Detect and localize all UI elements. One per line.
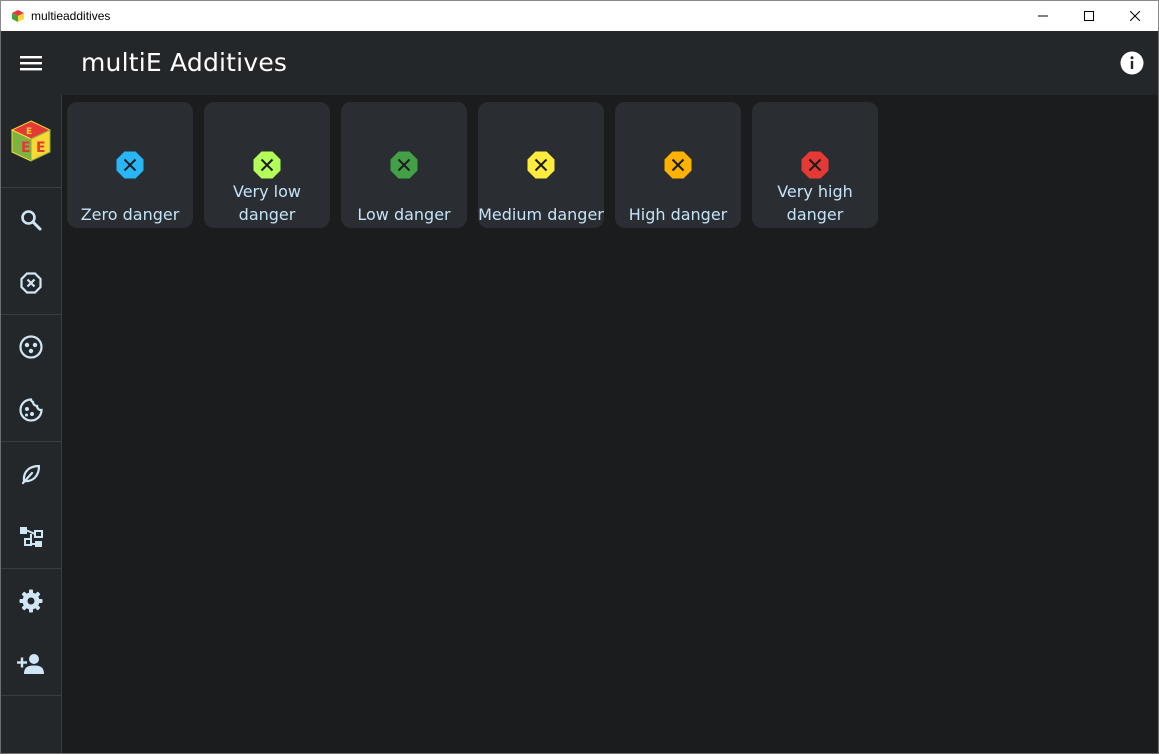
multie-cube-logo: E E E — [10, 120, 52, 162]
window-border — [0, 30, 1, 754]
danger-card-high[interactable]: High danger — [615, 102, 741, 228]
danger-card-low[interactable]: Low danger — [341, 102, 467, 228]
x-octagon-icon — [390, 151, 418, 179]
app-bar: multiE Additives — [1, 31, 1158, 95]
nav-group-1 — [1, 188, 61, 315]
menu-button[interactable] — [11, 43, 51, 83]
sidebar-item-diet[interactable] — [1, 378, 61, 441]
danger-card-medium[interactable]: Medium danger — [478, 102, 604, 228]
label-line: Zero danger — [80, 205, 180, 224]
label-line: Very high — [777, 182, 853, 201]
hamburger-menu-icon — [20, 56, 42, 71]
nav-group-2 — [1, 315, 61, 442]
label-line: danger — [238, 205, 296, 224]
x-octagon-icon — [527, 151, 555, 179]
leaf-icon — [21, 464, 41, 484]
app-cube-icon — [12, 10, 24, 22]
maximize-icon — [1084, 11, 1094, 21]
x-octagon-icon — [664, 151, 692, 179]
label-line: Medium danger — [478, 205, 604, 224]
add-user-icon — [17, 653, 44, 674]
sidebar-item-settings[interactable] — [1, 569, 61, 632]
info-icon — [1120, 51, 1144, 75]
danger-card-label: High danger — [615, 203, 741, 226]
info-button[interactable] — [1118, 49, 1146, 77]
x-octagon-icon — [116, 151, 144, 179]
label-line: Low danger — [357, 205, 451, 224]
danger-card-zero[interactable]: Zero danger — [67, 102, 193, 228]
sidebar-item-categories[interactable] — [1, 315, 61, 378]
dots-circle-icon — [19, 334, 43, 359]
search-icon — [21, 209, 42, 230]
danger-card-label: Very low danger — [204, 180, 330, 226]
label-line: High danger — [628, 205, 728, 224]
nav-group-3 — [1, 442, 61, 569]
x-octagon-icon — [20, 271, 42, 294]
sidebar-item-hierarchy[interactable] — [1, 505, 61, 568]
label-line: Very low — [233, 182, 301, 201]
danger-card-very-high[interactable]: Very high danger — [752, 102, 878, 228]
close-button[interactable] — [1112, 1, 1158, 31]
label-line: danger — [786, 205, 844, 224]
maximize-button[interactable] — [1066, 1, 1112, 31]
window-title: multieadditives — [31, 9, 111, 23]
sidebar-item-account[interactable] — [1, 632, 61, 695]
danger-card-label: Zero danger — [67, 203, 193, 226]
danger-card-label: Low danger — [341, 203, 467, 226]
close-icon — [1130, 11, 1140, 21]
x-octagon-icon — [253, 151, 281, 179]
logo[interactable]: E E E — [1, 95, 61, 188]
sidebar-item-danger[interactable] — [1, 251, 61, 314]
cookie-icon — [19, 397, 43, 422]
gear-icon — [19, 589, 43, 612]
x-octagon-icon — [801, 151, 829, 179]
sidebar-item-search[interactable] — [1, 188, 61, 251]
hierarchy-icon — [20, 526, 43, 547]
danger-card-label: Very high danger — [752, 180, 878, 226]
danger-card-label: Medium danger — [478, 203, 604, 226]
minimize-icon — [1038, 15, 1048, 17]
page-title: multiE Additives — [81, 48, 288, 77]
danger-card-very-low[interactable]: Very low danger — [204, 102, 330, 228]
minimize-button[interactable] — [1020, 1, 1066, 31]
nav-group-4 — [1, 569, 61, 696]
sidebar-item-natural[interactable] — [1, 442, 61, 505]
svg-text:E: E — [36, 140, 46, 156]
window-titlebar: multieadditives — [0, 0, 1159, 31]
sidebar: E E E — [1, 95, 62, 753]
svg-text:E: E — [21, 140, 31, 156]
svg-text:E: E — [26, 127, 32, 137]
